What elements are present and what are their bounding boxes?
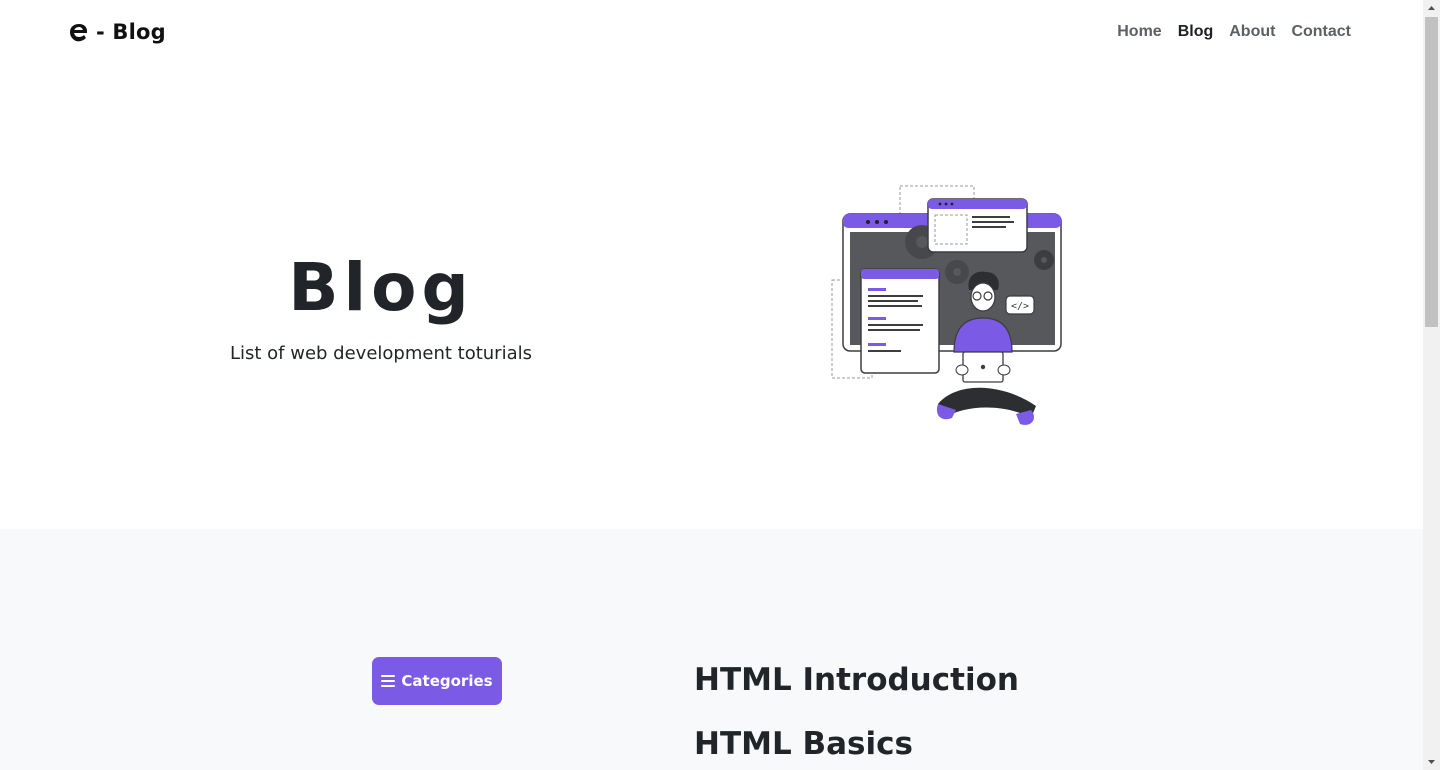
e-logo-icon — [70, 24, 87, 42]
hero-section: Blog List of web development toturials <… — [0, 68, 1423, 529]
scrollbar-thumb[interactable] — [1425, 17, 1438, 327]
page-scrollbar[interactable] — [1423, 0, 1440, 770]
categories-button-label: Categories — [401, 672, 493, 690]
content-section: Categories HTML Introduction HTML Basics — [0, 529, 1423, 770]
nav-contact-link[interactable]: Contact — [1291, 23, 1351, 41]
page-title: Blog — [288, 249, 474, 326]
brand-link[interactable]: - Blog — [68, 20, 166, 44]
main-nav: Home Blog About Contact — [1117, 23, 1351, 41]
nav-about-link[interactable]: About — [1229, 23, 1275, 41]
nav-home-link[interactable]: Home — [1117, 23, 1161, 41]
scroll-up-arrow-icon[interactable] — [1423, 0, 1440, 17]
post-title-html-basics[interactable]: HTML Basics — [694, 724, 1019, 770]
nav-blog-link[interactable]: Blog — [1178, 23, 1214, 41]
categories-button[interactable]: Categories — [372, 657, 502, 705]
developer-with-laptop-illustration: </> — [831, 185, 1062, 425]
svg-text:</>: </> — [1011, 301, 1029, 312]
scroll-down-arrow-icon[interactable] — [1423, 753, 1440, 770]
brand-text: - Blog — [96, 20, 166, 44]
post-title-html-introduction[interactable]: HTML Introduction — [694, 660, 1019, 724]
page-subtitle: List of web development toturials — [229, 343, 532, 364]
post-list: HTML Introduction HTML Basics — [694, 660, 1019, 770]
navbar: - Blog Home Blog About Contact — [0, 0, 1423, 68]
menu-icon — [381, 675, 396, 687]
page: - Blog Home Blog About Contact Blog List… — [0, 0, 1423, 770]
